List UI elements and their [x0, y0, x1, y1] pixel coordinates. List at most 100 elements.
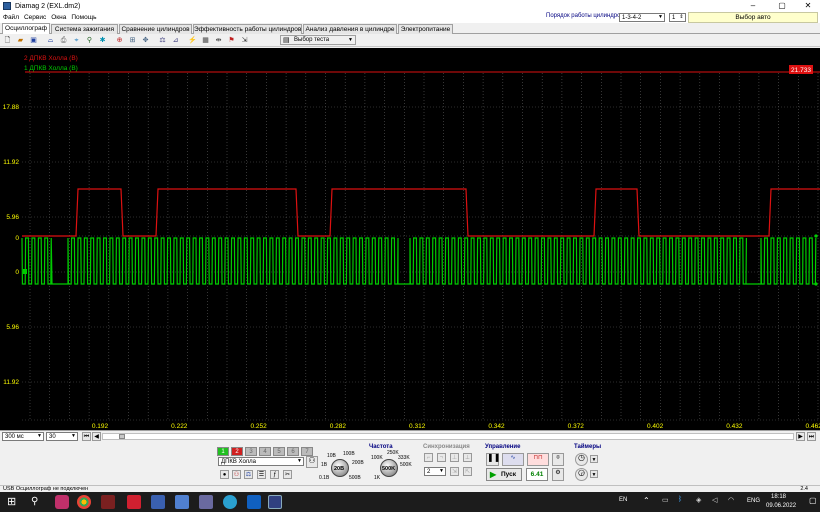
bluetooth-icon[interactable]: ᛒ — [678, 496, 682, 503]
app-taskbar-icon-6[interactable] — [223, 495, 237, 509]
save-icon[interactable]: ▣ — [29, 36, 38, 45]
channel-button-5[interactable]: 5 — [273, 447, 285, 456]
filter-icon[interactable]: ⚡ — [188, 36, 197, 45]
probe-icon[interactable]: ⚇ — [306, 456, 318, 468]
minimize-button[interactable]: – — [742, 0, 764, 12]
start-button[interactable]: ▶ Пуск — [486, 468, 522, 481]
marker-icon[interactable]: ⚑ — [227, 36, 236, 45]
scroll-last-button[interactable]: ⏭ — [807, 432, 816, 441]
tab-cylinder-efficiency[interactable]: Эффективность работы цилиндров — [193, 24, 302, 34]
tab-oscilloscope[interactable]: Осциллограф — [2, 23, 50, 34]
channel-button-3[interactable]: 3 — [245, 447, 257, 456]
reference-icon[interactable]: ⊿ — [171, 36, 180, 45]
camera-icon[interactable]: ⌾ — [552, 453, 564, 466]
close-button[interactable]: ✕ — [797, 0, 819, 12]
language-indicator-2[interactable]: ENG — [747, 498, 760, 504]
open-folder-icon[interactable]: ▰ — [16, 36, 25, 45]
channel-button-7[interactable]: 7 — [301, 447, 313, 456]
tools-icon[interactable]: ✂ — [283, 470, 292, 479]
app-taskbar-icon-2[interactable] — [101, 495, 115, 509]
menu-file[interactable]: Файл — [3, 14, 19, 21]
zoom-select[interactable]: 30 ▼ — [46, 432, 78, 441]
pan-icon[interactable]: ✥ — [141, 36, 150, 45]
scrollbar-thumb[interactable] — [119, 434, 125, 439]
tab-cylinder-compare[interactable]: Сравнение цилиндров — [119, 24, 192, 34]
loop-icon[interactable]: ⌓ — [46, 36, 55, 45]
horizontal-scrollbar[interactable] — [102, 433, 794, 440]
chevron-down-icon[interactable]: ▼ — [590, 455, 598, 463]
print-icon[interactable]: ⎙ — [59, 36, 68, 45]
pause-button[interactable]: ❚❚ — [486, 453, 500, 466]
save-taskbar-icon[interactable] — [175, 495, 189, 509]
tray-icon-1[interactable]: ◈ — [696, 496, 701, 504]
windows-start-icon[interactable]: ⊞ — [7, 495, 21, 509]
menu-service[interactable]: Сервис — [24, 14, 46, 21]
speaker-icon[interactable]: ◁ — [712, 496, 717, 504]
oscilloscope-view[interactable]: 21.733 2 ДПКВ Холла (В) 1 ДПКВ Холла (В)… — [0, 48, 820, 430]
cylinder-count-spinner[interactable]: 1 ⇕ — [669, 13, 686, 22]
scroll-right-button[interactable]: ▶ — [796, 432, 805, 441]
chevron-down-icon[interactable]: ▼ — [590, 470, 598, 478]
menu-windows[interactable]: Окна — [51, 14, 66, 21]
sine-mode-button[interactable]: ∿ — [502, 453, 524, 466]
tab-power-supply[interactable]: Электропитание — [398, 24, 453, 34]
timebase-select[interactable]: 300 мс ▼ — [2, 432, 44, 441]
scroll-left-button[interactable]: ◀ — [92, 432, 101, 441]
sync-reset-icon[interactable]: ⇱ — [463, 467, 472, 476]
language-indicator-1[interactable]: EN — [619, 497, 627, 503]
zoom-icon[interactable]: ⚲ — [85, 36, 94, 45]
ch1-right-marker-low[interactable] — [814, 282, 818, 286]
app-taskbar-icon-1[interactable] — [55, 495, 69, 509]
split-icon[interactable]: ⇹ — [214, 36, 223, 45]
timer-icon[interactable]: ◷ — [575, 453, 588, 466]
chrome-icon[interactable] — [77, 495, 91, 509]
sensor-chart-icon[interactable]: ⚇ — [232, 470, 241, 479]
formula-icon[interactable]: ƒ — [270, 470, 279, 479]
tab-cylinder-pressure[interactable]: Анализ давления в цилиндре — [303, 24, 397, 34]
auto-select-button[interactable]: Выбор авто — [688, 12, 818, 23]
menu-help[interactable]: Помощь — [71, 14, 96, 21]
maximize-button[interactable]: ▢ — [771, 0, 793, 12]
settings-icon[interactable]: ✱ — [98, 36, 107, 45]
ch1-right-marker[interactable] — [814, 234, 818, 238]
sync-rise-icon[interactable]: ⌐ — [424, 453, 433, 462]
list-icon[interactable]: ☰ — [257, 470, 266, 479]
app-taskbar-icon-5[interactable] — [199, 495, 213, 509]
clock-time[interactable]: 18:18 — [771, 494, 786, 500]
network-icon[interactable]: ▭ — [662, 496, 669, 504]
scale-icon[interactable]: ⚖ — [158, 36, 167, 45]
settings-icon[interactable]: ⚙ — [552, 468, 564, 481]
wifi-icon[interactable]: ◠ — [728, 496, 734, 504]
notifications-icon[interactable]: ▢ — [809, 496, 817, 505]
channel-button-1[interactable]: 1 — [217, 447, 229, 456]
app-taskbar-icon-4[interactable] — [151, 495, 165, 509]
record-icon[interactable]: ● — [220, 470, 229, 479]
search-icon[interactable]: ⚲ — [31, 495, 45, 509]
ch1-zero-marker[interactable] — [23, 269, 27, 274]
diamag-taskbar-icon[interactable] — [268, 495, 282, 509]
app-taskbar-icon-3[interactable] — [127, 495, 141, 509]
square-mode-button[interactable]: ⊓⊓ — [527, 453, 549, 466]
grid-icon[interactable]: ▦ — [201, 36, 210, 45]
new-file-icon[interactable]: 🗋 — [3, 36, 12, 45]
channel-button-4[interactable]: 4 — [259, 447, 271, 456]
channel-button-6[interactable]: 6 — [287, 447, 299, 456]
stopwatch-icon[interactable]: ◶ — [575, 468, 588, 481]
sensor-compare-icon[interactable]: ⚖ — [244, 470, 253, 479]
sync-fall-icon[interactable]: ¬ — [437, 453, 446, 462]
channel-button-2[interactable]: 2 — [231, 447, 243, 456]
add-cursor-icon[interactable]: ⊕ — [115, 36, 124, 45]
tab-ignition[interactable]: Система зажигания — [51, 24, 118, 34]
cursor-icon[interactable]: ⊞ — [128, 36, 137, 45]
export-icon[interactable]: ⇲ — [240, 36, 249, 45]
cylinder-order-select[interactable]: 1-3-4-2 ▼ — [619, 13, 665, 22]
sync-auto-icon[interactable]: ⟂ — [463, 453, 472, 462]
scroll-first-button[interactable]: ⏮ — [82, 432, 91, 441]
chevron-up-icon[interactable]: ⌃ — [643, 496, 650, 505]
sync-settings-icon[interactable]: ⇲ — [450, 467, 459, 476]
sync-level-icon[interactable]: ⊥ — [450, 453, 459, 462]
clock-date[interactable]: 09.06.2022 — [766, 503, 796, 509]
sensor-select[interactable]: ДПКВ Холла ▼ — [218, 457, 304, 466]
test-select[interactable]: Выбор теста ▤ ▼ — [280, 35, 356, 45]
app-taskbar-icon-7[interactable] — [247, 495, 261, 509]
